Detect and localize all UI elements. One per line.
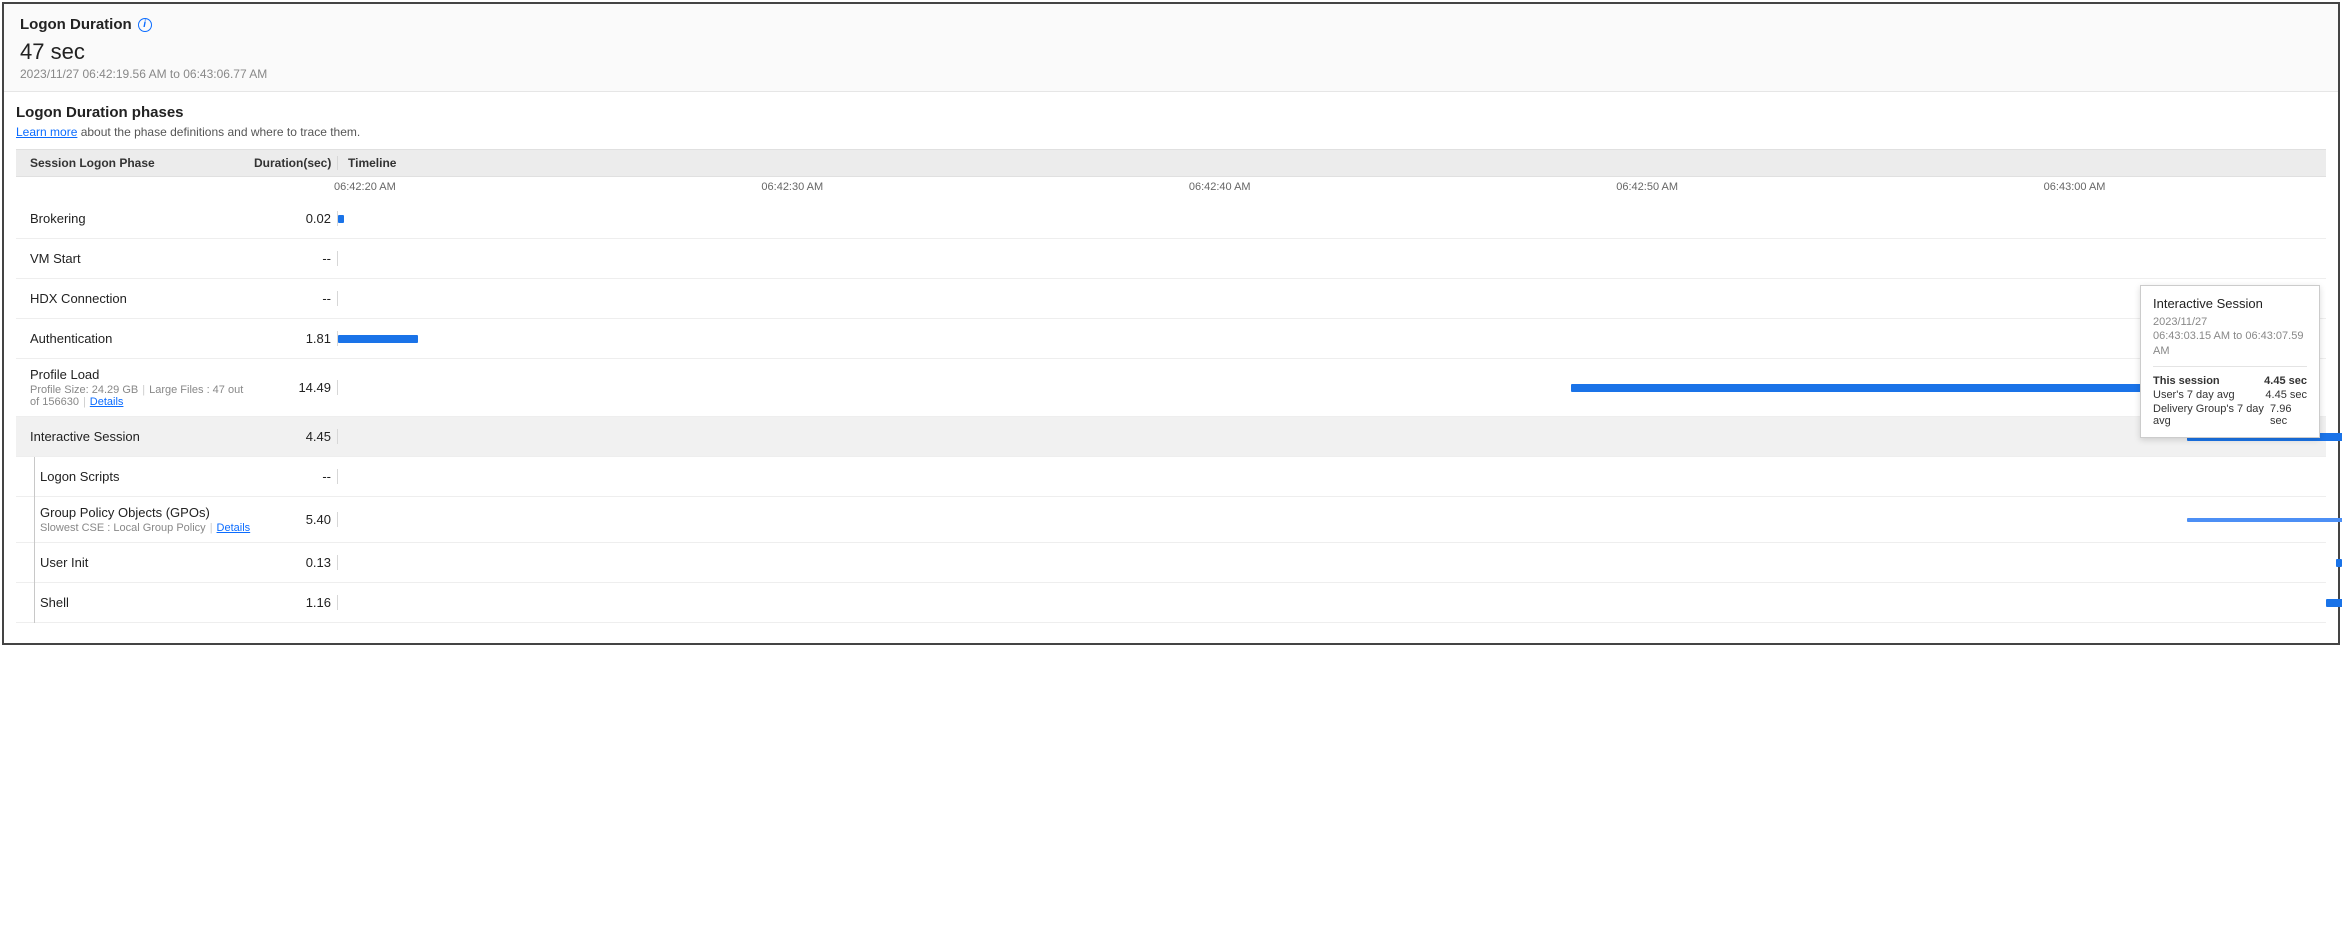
phase-cell: Group Policy Objects (GPOs) Slowest CSE :… [16,497,254,542]
duration-cell: 0.13 [254,555,338,570]
time-range: 2023/11/27 06:42:19.56 AM to 06:43:06.77… [20,67,2322,81]
duration-cell: -- [254,469,338,484]
tooltip-line: This session4.45 sec [2153,375,2307,387]
phase-cell: Brokering [16,203,254,234]
phase-name: Authentication [30,331,254,346]
timeline-bar[interactable] [338,215,344,223]
timeline-bar[interactable] [338,335,418,343]
phases-title: Logon Duration phases [16,104,2326,121]
table-row[interactable]: Authentication1.81 [16,319,2326,359]
duration-cell: -- [254,291,338,306]
table-row[interactable]: Group Policy Objects (GPOs) Slowest CSE :… [16,497,2326,543]
timeline-bar[interactable] [1571,384,2187,392]
table-row[interactable]: Shell1.16 [16,583,2326,623]
timeline-bar[interactable] [2336,559,2342,567]
phase-name: VM Start [30,251,254,266]
duration-cell: 14.49 [254,380,338,395]
phase-cell: VM Start [16,243,254,274]
table-row[interactable]: Interactive Session4.45 [16,417,2326,457]
phases-subtitle: Learn more about the phase definitions a… [16,125,2326,139]
tooltip-range: 06:43:03.15 AM to 06:43:07.59 AM [2153,329,2307,358]
table-row[interactable]: Profile Load Profile Size: 24.29 GB|Large… [16,359,2326,417]
learn-more-rest: about the phase definitions and where to… [77,125,360,139]
table-row[interactable]: HDX Connection-- [16,279,2326,319]
col-header-phase: Session Logon Phase [16,156,254,170]
phase-meta: Slowest CSE : Local Group Policy|Details [40,522,254,534]
learn-more-link[interactable]: Learn more [16,125,77,139]
phase-cell: HDX Connection [16,283,254,314]
timeline-ticks: 06:42:20 AM 06:42:30 AM 06:42:40 AM 06:42:5… [16,177,2326,199]
phase-name: HDX Connection [30,291,254,306]
table-row[interactable]: User Init0.13 [16,543,2326,583]
duration-cell: 1.16 [254,595,338,610]
tooltip-title: Interactive Session [2153,296,2307,311]
col-header-timeline: Timeline [338,156,2326,170]
timeline-tick: 06:43:00 AM [2044,181,2106,193]
duration-cell: 5.40 [254,512,338,527]
phase-name: Logon Scripts [40,469,254,484]
phase-cell: Authentication [16,323,254,354]
table-row[interactable]: Brokering0.02 [16,199,2326,239]
phase-cell: Profile Load Profile Size: 24.29 GB|Large… [16,359,254,416]
col-header-duration: Duration(sec) [254,156,338,170]
phases-section: Logon Duration phases Learn more about t… [4,92,2338,643]
timeline-tick: 06:42:50 AM [1616,181,1678,193]
header-block: Logon Duration i 47 sec 2023/11/27 06:42… [4,4,2338,92]
table-header: Session Logon Phase Duration(sec) Timeli… [16,149,2326,177]
duration-cell: 4.45 [254,429,338,444]
tooltip-line: Delivery Group's 7 day avg7.96 sec [2153,403,2307,427]
tooltip-line: User's 7 day avg4.45 sec [2153,389,2307,401]
phase-name: Interactive Session [30,429,254,444]
phase-name: User Init [40,555,254,570]
phase-name: Brokering [30,211,254,226]
phase-cell: Shell [16,587,254,618]
phase-cell: Interactive Session [16,421,254,452]
phase-rows: Interactive Session 2023/11/27 06:43:03.… [16,199,2326,623]
phase-meta: Profile Size: 24.29 GB|Large Files : 47 … [30,384,254,408]
details-link[interactable]: Details [217,522,251,534]
duration-cell: 1.81 [254,331,338,346]
page-title: Logon Duration [20,16,132,33]
timeline-bar[interactable] [2187,518,2342,522]
phase-cell: Logon Scripts [16,461,254,492]
timeline-bar[interactable] [2326,599,2342,607]
info-icon[interactable]: i [138,18,152,32]
phase-name: Shell [40,595,254,610]
total-duration: 47 sec [20,39,2322,65]
phase-cell: User Init [16,547,254,578]
table-row[interactable]: Logon Scripts-- [16,457,2326,497]
timeline-tick: 06:42:40 AM [1189,181,1251,193]
phase-name: Group Policy Objects (GPOs) [40,505,254,520]
timeline-tick: 06:42:20 AM [334,181,396,193]
phase-tooltip: Interactive Session 2023/11/27 06:43:03.… [2140,285,2320,438]
tooltip-date: 2023/11/27 [2153,315,2307,329]
phase-name: Profile Load [30,367,254,382]
table-row[interactable]: VM Start-- [16,239,2326,279]
duration-cell: 0.02 [254,211,338,226]
timeline-tick: 06:42:30 AM [761,181,823,193]
duration-cell: -- [254,251,338,266]
details-link[interactable]: Details [90,396,124,408]
